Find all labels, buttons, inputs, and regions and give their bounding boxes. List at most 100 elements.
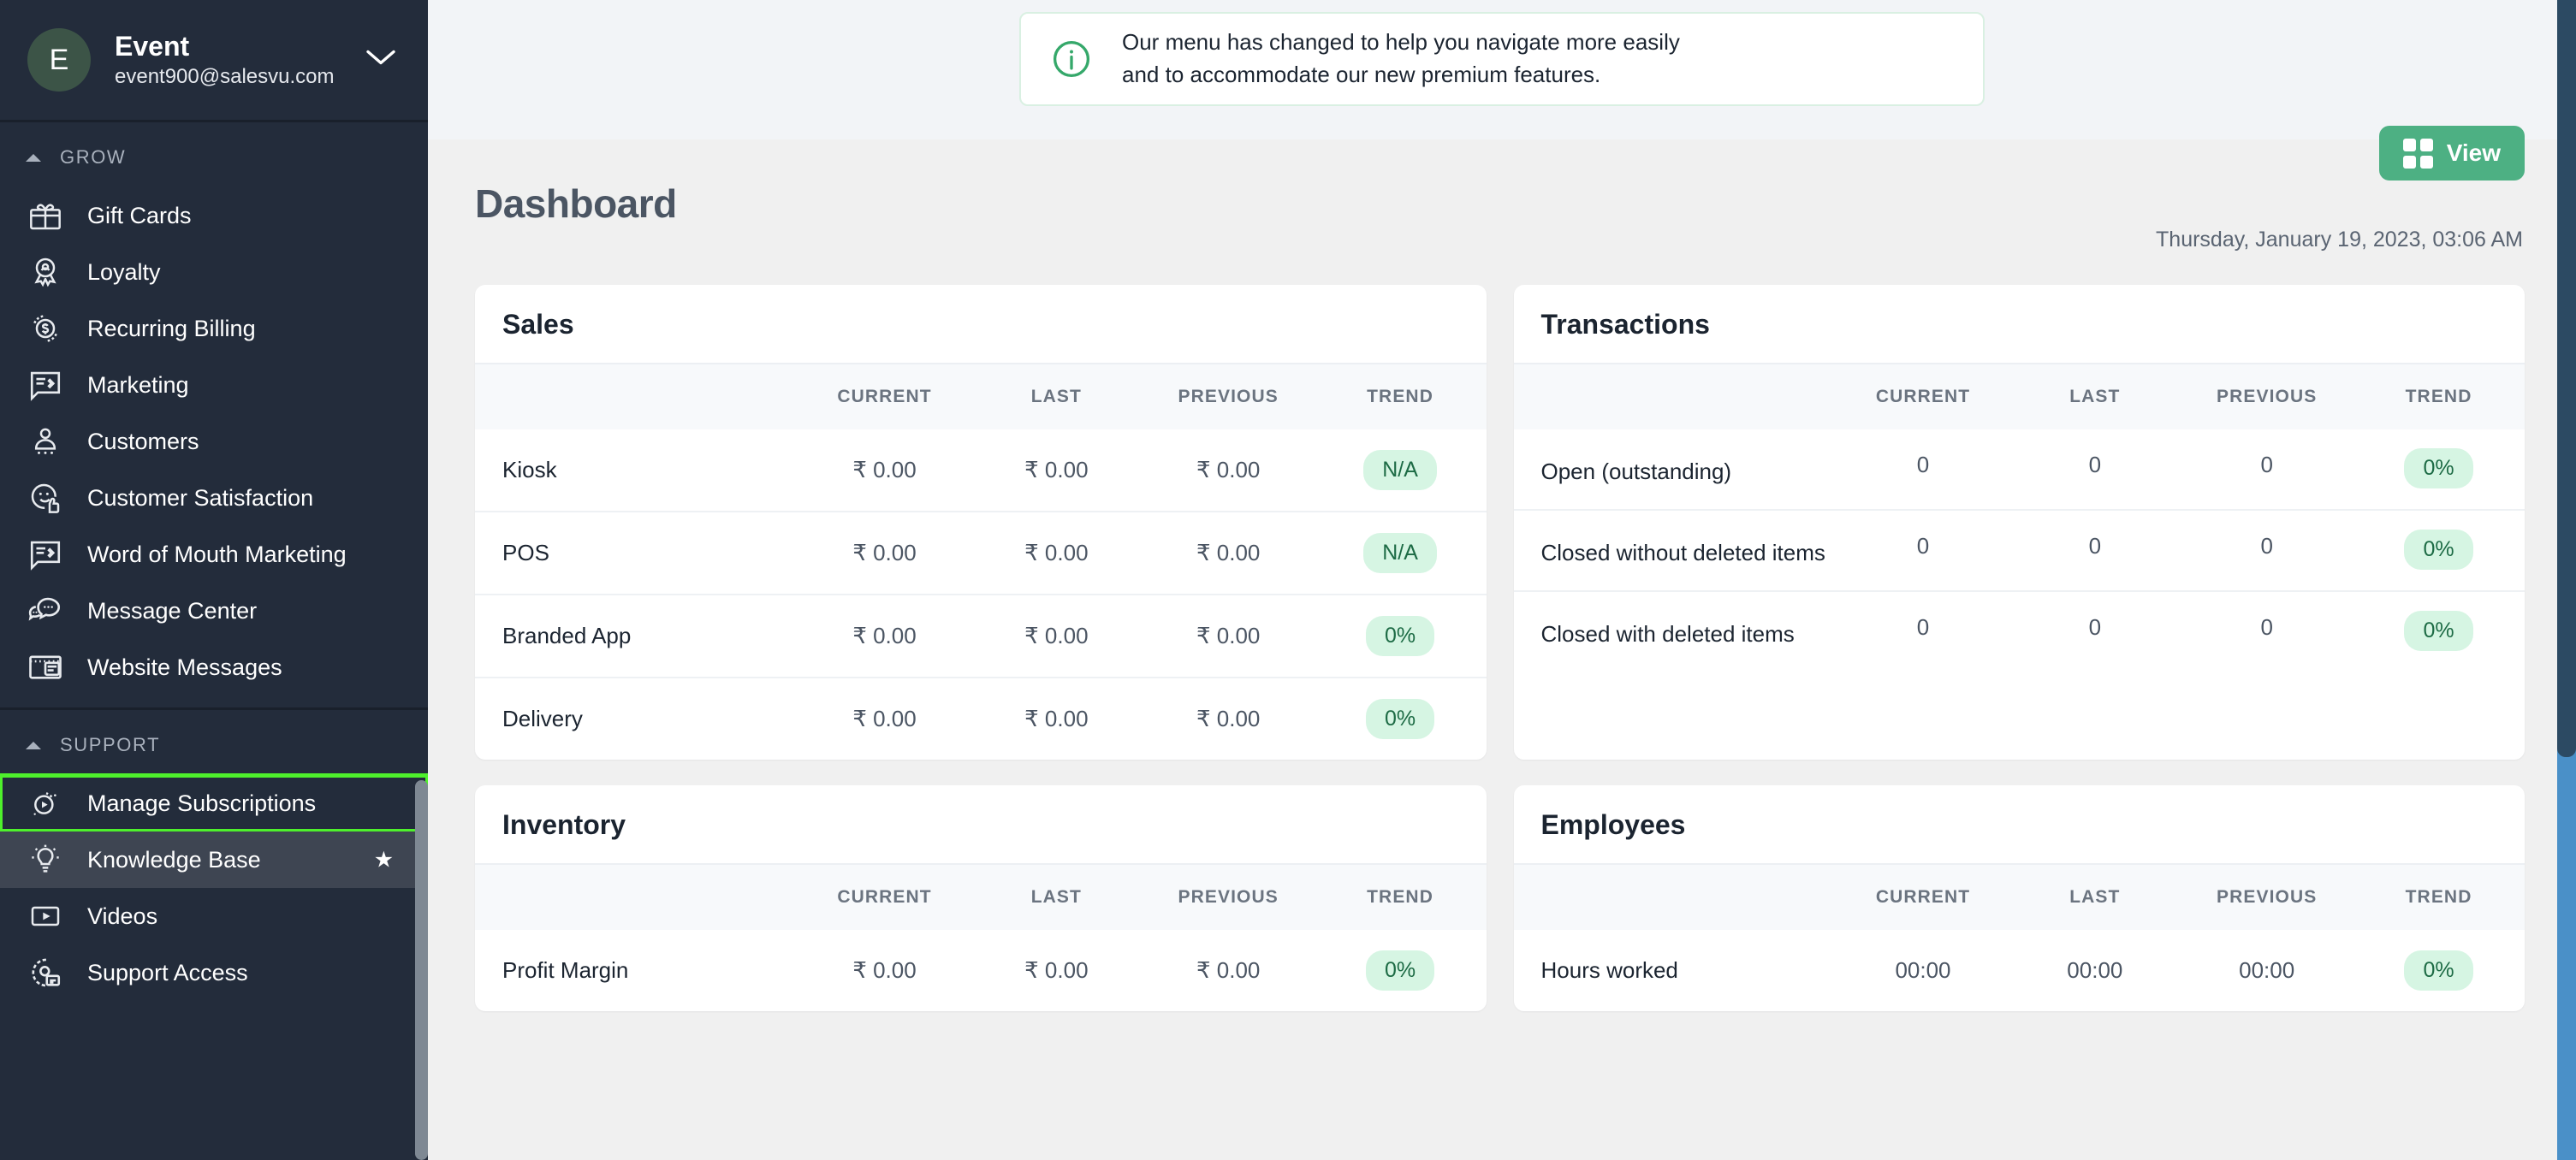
sidebar-item-loyalty[interactable]: Loyalty (0, 244, 428, 300)
card-title: Employees (1514, 785, 2526, 865)
sidebar-item-label: Word of Mouth Marketing (87, 542, 347, 568)
page-scrollbar-thumb[interactable] (2557, 0, 2576, 757)
marketing-message-icon (26, 365, 65, 405)
view-button-wrap: View (2379, 139, 2525, 181)
star-icon: ★ (374, 847, 394, 873)
page-scrollbar[interactable] (2557, 0, 2576, 1160)
row-label: Open (outstanding) (1514, 429, 1837, 510)
gift-icon (26, 196, 65, 235)
column-header-current: CURRENT (798, 364, 970, 429)
column-header-current: CURRENT (1837, 364, 2009, 429)
sidebar-item-customer-satisfaction[interactable]: Customer Satisfaction (0, 470, 428, 526)
cell-last: 0 (2009, 510, 2181, 591)
account-email: event900@salesvu.com (115, 65, 335, 89)
cell-trend: 0% (1315, 930, 1487, 1011)
cell-current: ₹ 0.00 (798, 930, 970, 1011)
sidebar-item-manage-subscriptions[interactable]: Manage Subscriptions (0, 775, 428, 832)
sidebar-item-label: Recurring Billing (87, 316, 256, 342)
status-badge: 0% (1366, 699, 1434, 739)
cell-current: ₹ 0.00 (798, 678, 970, 760)
card-employees: Employees CURRENT LAST PREVIOUS TREND Ho… (1514, 785, 2526, 1011)
cell-previous: ₹ 0.00 (1143, 678, 1315, 760)
column-header-trend: TREND (2353, 364, 2525, 429)
table-row: POS ₹ 0.00 ₹ 0.00 ₹ 0.00 N/A (475, 512, 1487, 595)
sidebar-item-videos[interactable]: Videos (0, 888, 428, 944)
cell-current: ₹ 0.00 (798, 595, 970, 678)
status-badge: 0% (2404, 530, 2472, 570)
info-banner-line2: and to accommodate our new premium featu… (1122, 62, 1600, 87)
sidebar-item-marketing[interactable]: Marketing (0, 357, 428, 413)
app-root: E Event event900@salesvu.com GROW Gift C… (0, 0, 2576, 1160)
column-header-blank (1514, 865, 1837, 930)
status-badge: 0% (2404, 950, 2472, 991)
sidebar-item-gift-cards[interactable]: Gift Cards (0, 187, 428, 244)
sidebar-item-label: Website Messages (87, 654, 282, 681)
cell-trend: 0% (1315, 678, 1487, 760)
column-header-trend: TREND (1315, 364, 1487, 429)
column-header-previous: PREVIOUS (1143, 865, 1315, 930)
sidebar-item-customers[interactable]: Customers (0, 413, 428, 470)
cell-trend: 0% (2353, 930, 2525, 1011)
status-badge: 0% (2404, 448, 2472, 488)
sidebar-item-label: Message Center (87, 598, 257, 624)
column-header-previous: PREVIOUS (1143, 364, 1315, 429)
column-header-previous: PREVIOUS (2181, 364, 2353, 429)
card-title: Transactions (1514, 285, 2526, 364)
smiley-thumbsup-icon (26, 478, 65, 518)
status-badge: N/A (1363, 450, 1437, 490)
column-header-previous: PREVIOUS (2181, 865, 2353, 930)
card-transactions: Transactions CURRENT LAST PREVIOUS TREND… (1514, 285, 2526, 760)
sidebar-item-label: Loyalty (87, 259, 161, 286)
cell-current: ₹ 0.00 (798, 512, 970, 595)
row-label: Hours worked (1514, 930, 1837, 1011)
cell-trend: 0% (1315, 595, 1487, 678)
marketing-message-icon (26, 535, 65, 574)
dashboard-datetime: Thursday, January 19, 2023, 03:06 AM (2156, 228, 2523, 252)
sidebar-item-message-center[interactable]: Message Center (0, 583, 428, 639)
row-label: Delivery (475, 678, 798, 760)
row-label: POS (475, 512, 798, 595)
subscription-play-icon (26, 784, 65, 823)
table-row: Closed with deleted items 0 0 0 0% (1514, 591, 2526, 672)
cell-previous: ₹ 0.00 (1143, 429, 1315, 512)
status-badge: 0% (1366, 950, 1434, 991)
table-header-row: CURRENT LAST PREVIOUS TREND (475, 364, 1487, 429)
table-header-row: CURRENT LAST PREVIOUS TREND (1514, 364, 2526, 429)
sidebar-item-support-access[interactable]: Support Access (0, 944, 428, 1001)
sidebar-scrollbar[interactable] (415, 780, 428, 1160)
sidebar-item-website-messages[interactable]: Website Messages (0, 639, 428, 695)
sidebar-section-support[interactable]: SUPPORT (0, 710, 428, 775)
cell-last: ₹ 0.00 (970, 678, 1143, 760)
transactions-table: CURRENT LAST PREVIOUS TREND Open (outsta… (1514, 364, 2526, 672)
sidebar-item-recurring-billing[interactable]: Recurring Billing (0, 300, 428, 357)
account-switcher[interactable]: E Event event900@salesvu.com (0, 0, 428, 120)
info-banner-text: Our menu has changed to help you navigat… (1122, 27, 1680, 92)
cell-last: ₹ 0.00 (970, 429, 1143, 512)
column-header-current: CURRENT (798, 865, 970, 930)
chevron-down-icon[interactable] (366, 50, 395, 71)
cell-previous: ₹ 0.00 (1143, 930, 1315, 1011)
card-inventory: Inventory CURRENT LAST PREVIOUS TREND Pr… (475, 785, 1487, 1011)
cell-last: 0 (2009, 591, 2181, 672)
sidebar-item-label: Marketing (87, 372, 189, 399)
view-button[interactable]: View (2379, 126, 2525, 181)
cell-current: 0 (1837, 591, 2009, 672)
table-row: Delivery ₹ 0.00 ₹ 0.00 ₹ 0.00 0% (475, 678, 1487, 760)
sidebar-section-grow[interactable]: GROW (0, 122, 428, 187)
sidebar-item-label: Customers (87, 429, 199, 455)
employees-table: CURRENT LAST PREVIOUS TREND Hours worked… (1514, 865, 2526, 1011)
cell-current: 0 (1837, 510, 2009, 591)
cell-trend: 0% (2353, 510, 2525, 591)
sales-table: CURRENT LAST PREVIOUS TREND Kiosk ₹ 0.00… (475, 364, 1487, 760)
status-badge: 0% (2404, 611, 2472, 651)
table-row: Profit Margin ₹ 0.00 ₹ 0.00 ₹ 0.00 0% (475, 930, 1487, 1011)
chat-bubbles-icon (26, 591, 65, 630)
sidebar-item-label: Customer Satisfaction (87, 485, 313, 512)
card-title: Sales (475, 285, 1487, 364)
sidebar-item-knowledge-base[interactable]: Knowledge Base ★ (0, 832, 428, 888)
sidebar-item-label: Knowledge Base (87, 847, 261, 873)
loyalty-badge-icon (26, 252, 65, 292)
cell-last: ₹ 0.00 (970, 930, 1143, 1011)
sidebar-item-label: Support Access (87, 960, 248, 986)
sidebar-item-word-of-mouth-marketing[interactable]: Word of Mouth Marketing (0, 526, 428, 583)
